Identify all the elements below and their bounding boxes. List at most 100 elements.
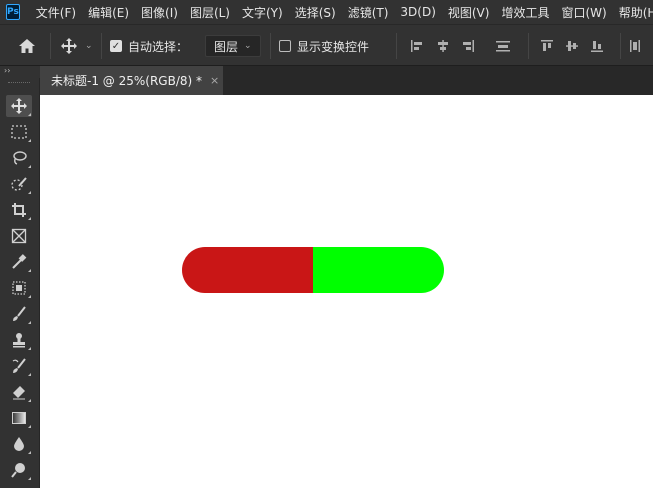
pill-shape	[182, 247, 444, 293]
auto-select-target-value: 图层	[214, 39, 239, 54]
separator	[50, 33, 51, 59]
menu-image[interactable]: 图像(I)	[135, 4, 184, 21]
align-bottom-icon	[591, 41, 603, 52]
move-icon	[61, 38, 77, 54]
eraser-tool[interactable]	[6, 381, 32, 403]
auto-select-target-dropdown[interactable]: 图层 ⌄	[205, 35, 261, 57]
document-canvas[interactable]	[40, 95, 653, 488]
align-left-button[interactable]	[410, 25, 424, 67]
align-vertical-center-icon	[566, 41, 578, 51]
distribute-vertical-button[interactable]	[628, 25, 642, 67]
eyedropper-tool[interactable]	[6, 251, 32, 273]
frame-tool[interactable]	[6, 225, 32, 247]
move-icon	[11, 98, 27, 114]
blur-tool[interactable]	[6, 433, 32, 455]
photoshop-logo-icon[interactable]: Ps	[6, 4, 20, 20]
tool-group-indicator-icon	[28, 217, 31, 220]
rectangular-marquee-icon	[11, 125, 27, 139]
tool-group-indicator-icon	[28, 451, 31, 454]
menu-layer[interactable]: 图层(L)	[184, 4, 236, 21]
menu-3d[interactable]: 3D(D)	[394, 5, 441, 19]
frame-icon	[11, 228, 27, 244]
lasso-icon	[13, 151, 27, 165]
quick-selection-tool[interactable]	[6, 173, 32, 195]
eraser-icon	[13, 386, 25, 400]
tool-group-indicator-icon	[28, 347, 31, 350]
close-icon[interactable]: ×	[210, 74, 219, 87]
menu-edit[interactable]: 编辑(E)	[82, 4, 135, 21]
menu-help[interactable]: 帮助(H)	[613, 4, 653, 21]
tool-group-indicator-icon	[28, 113, 31, 116]
distribute-icon	[496, 41, 510, 52]
tool-group-indicator-icon	[28, 373, 31, 376]
history-brush-tool[interactable]	[6, 355, 32, 377]
spot-healing-tool[interactable]	[6, 277, 32, 299]
menu-bar: Ps 文件(F) 编辑(E) 图像(I) 图层(L) 文字(Y) 选择(S) 滤…	[0, 0, 653, 24]
pill-left-red-half	[182, 247, 313, 293]
distribute-vertical-icon	[630, 40, 640, 52]
brush-icon	[13, 306, 26, 321]
separator	[101, 33, 102, 59]
tool-group-indicator-icon	[28, 321, 31, 324]
panel-grip-handle[interactable]	[8, 82, 30, 85]
separator	[270, 33, 271, 59]
home-icon	[19, 39, 35, 53]
show-transform-checkbox[interactable]: 显示变换控件	[279, 25, 369, 67]
document-tab-title: 未标题-1 @ 25%(RGB/8) *	[51, 74, 202, 88]
menu-select[interactable]: 选择(S)	[289, 4, 342, 21]
tool-group-indicator-icon	[28, 191, 31, 194]
checkbox-checked-icon: ✓	[110, 40, 122, 52]
menu-window[interactable]: 窗口(W)	[555, 4, 612, 21]
tool-group-indicator-icon	[28, 139, 31, 142]
distribute-button[interactable]	[495, 25, 511, 67]
tool-group-indicator-icon	[28, 477, 31, 480]
align-bottom-button[interactable]	[590, 25, 604, 67]
auto-select-checkbox[interactable]: ✓ 自动选择：	[110, 25, 188, 67]
align-right-icon	[463, 40, 474, 52]
chevron-down-icon: ⌄	[244, 41, 252, 51]
menu-file[interactable]: 文件(F)	[30, 4, 82, 21]
lasso-tool[interactable]	[6, 147, 32, 169]
brush-tool[interactable]	[6, 303, 32, 325]
tool-group-indicator-icon	[28, 269, 31, 272]
eyedropper-icon	[12, 254, 27, 269]
marquee-tool[interactable]	[6, 121, 32, 143]
tool-preset-picker[interactable]: ⌄	[61, 25, 93, 67]
history-brush-icon	[12, 358, 26, 373]
chevron-down-icon: ⌄	[85, 41, 93, 51]
document-tab[interactable]: 未标题-1 @ 25%(RGB/8) * ×	[40, 66, 223, 95]
panel-collapse-button[interactable]: ››	[0, 66, 40, 78]
options-bar: ⌄ ✓ 自动选择： 图层 ⌄ 显示变换控件	[0, 24, 653, 66]
menu-type[interactable]: 文字(Y)	[236, 4, 289, 21]
gradient-tool[interactable]	[6, 407, 32, 429]
dodge-icon	[11, 463, 25, 478]
tools-panel	[0, 78, 40, 488]
align-hcenter-button[interactable]	[436, 25, 450, 67]
separator	[620, 33, 621, 59]
tool-group-indicator-icon	[28, 165, 31, 168]
crop-icon	[12, 203, 26, 217]
separator	[396, 33, 397, 59]
stamp-icon	[13, 333, 25, 348]
align-vcenter-button[interactable]	[565, 25, 579, 67]
menu-filter[interactable]: 滤镜(T)	[342, 4, 395, 21]
dodge-tool[interactable]	[6, 459, 32, 481]
align-left-icon	[411, 40, 422, 52]
document-tab-bar: 未标题-1 @ 25%(RGB/8) * ×	[40, 66, 653, 95]
menu-plugins[interactable]: 增效工具	[495, 4, 555, 21]
checkbox-unchecked-icon	[279, 40, 291, 52]
crop-tool[interactable]	[6, 199, 32, 221]
clone-stamp-tool[interactable]	[6, 329, 32, 351]
align-horizontal-center-icon	[438, 40, 448, 52]
home-button[interactable]	[18, 25, 36, 67]
tool-group-indicator-icon	[28, 295, 31, 298]
blur-drop-icon	[14, 437, 24, 451]
show-transform-label: 显示变换控件	[297, 39, 370, 54]
gradient-icon	[12, 412, 26, 424]
move-tool[interactable]	[6, 95, 32, 117]
quick-selection-icon	[11, 177, 27, 191]
align-right-button[interactable]	[461, 25, 475, 67]
align-top-button[interactable]	[540, 25, 554, 67]
align-top-icon	[541, 40, 553, 51]
menu-view[interactable]: 视图(V)	[442, 4, 496, 21]
